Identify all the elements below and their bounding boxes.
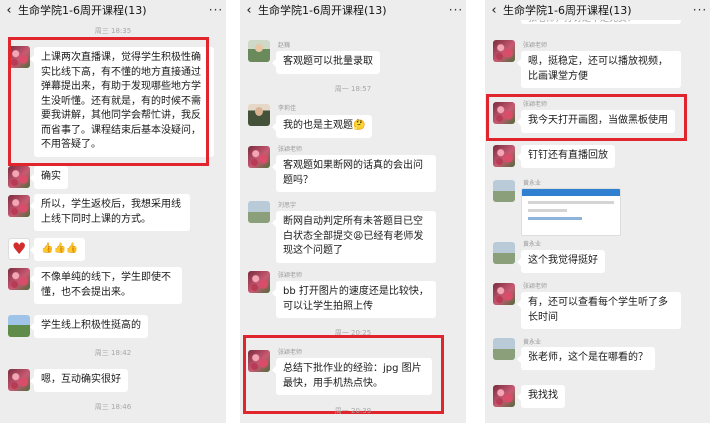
avatar[interactable] (248, 40, 270, 62)
sender-name: 黄永业 (523, 339, 542, 346)
message-bubble[interactable]: 👍👍👍 (29, 238, 86, 261)
message-bubble[interactable]: 确实 (30, 166, 68, 189)
avatar[interactable] (493, 385, 515, 407)
avatar[interactable] (493, 242, 515, 264)
more-dots-icon[interactable]: ··· (206, 3, 226, 17)
more-dots-icon[interactable]: ··· (446, 3, 466, 17)
timestamp: 周三 18:46 (94, 403, 132, 411)
message-bubble[interactable]: 不像单纯的线下，学生即使不懂，也不会提出来。 (30, 267, 182, 304)
chat-header: ‹ 生命学院1-6周开课程(13) ··· (240, 0, 466, 20)
message-bubble[interactable]: 有，还可以查看每个学生听了多长时间 (517, 292, 681, 329)
timestamp: 周三 18:42 (94, 349, 132, 357)
sender-name: 张颖老师 (523, 42, 548, 49)
timestamp: 周一 20:39 (334, 407, 372, 415)
avatar[interactable] (248, 201, 270, 223)
sender-name: 张颖老师 (278, 146, 303, 153)
message-bubble[interactable]: 断网自动判定所有未答题目已空白状态全部提交😩已经有老师发现这个问题了 (272, 211, 436, 263)
more-dots-icon[interactable]: ··· (690, 3, 710, 17)
chat-header: ‹ 生命学院1-6周开课程(13) ··· (0, 0, 226, 20)
image-content-line (528, 217, 582, 220)
chat-panel-1: ‹ 生命学院1-6周开课程(13) ··· 周三 18:35 上课两次直播课，觉… (0, 0, 226, 423)
sender-name: 李莉佳 (278, 105, 297, 112)
message-bubble[interactable]: 我找找 (517, 385, 565, 408)
avatar[interactable] (248, 104, 270, 126)
chat-panel-2: ‹ 生命学院1-6周开课程(13) ··· 赵巍 客观题可以批量录取 周一 18… (240, 0, 466, 423)
message-bubble[interactable]: 我的也是主观题🤔 (271, 115, 373, 138)
message-bubble[interactable]: 这个我觉得挺好 (517, 250, 605, 273)
highlight-box (486, 94, 687, 141)
message-bubble[interactable]: 嗯，挺稳定，还可以播放视频，比画课堂方便 (517, 51, 681, 88)
chat-header: ‹ 生命学院1-6周开课程(13) ··· (485, 0, 710, 20)
chat-title: 生命学院1-6周开课程(13) (258, 4, 387, 17)
image-header-bar (522, 189, 620, 196)
sender-name: 黄永业 (523, 241, 542, 248)
message-bubble[interactable]: 客观题如果断网的话真的会出问题吗？ (272, 155, 436, 192)
sender-name: 张颖老师 (523, 283, 548, 290)
sender-name: 刘思宇 (278, 202, 297, 209)
chevron-left-icon[interactable]: ‹ (485, 3, 503, 18)
avatar[interactable] (493, 338, 515, 360)
avatar[interactable] (8, 166, 30, 188)
highlight-box (243, 335, 444, 414)
image-content-line (528, 201, 614, 204)
avatar[interactable] (493, 283, 515, 305)
sender-name: 黄永业 (523, 180, 542, 187)
message-bubble[interactable]: 所以，学生返校后，我想采用线上线下同时上课的方式。 (30, 194, 190, 231)
avatar[interactable] (248, 271, 270, 293)
message-bubble[interactable]: 客观题可以批量录取 (272, 51, 380, 74)
avatar[interactable] (493, 180, 515, 202)
highlight-box (8, 37, 209, 166)
message-bubble[interactable]: 嗯，互动确实很好 (30, 369, 128, 392)
chat-title: 生命学院1-6周开课程(13) (503, 4, 632, 17)
avatar[interactable] (493, 145, 515, 167)
chevron-left-icon[interactable]: ‹ (240, 3, 258, 18)
avatar[interactable] (493, 40, 515, 62)
avatar[interactable] (8, 315, 30, 337)
avatar[interactable] (8, 369, 30, 391)
message-bubble[interactable]: 钉钉还有直播回放 (517, 145, 615, 168)
message-bubble[interactable]: 学生线上积极性挺高的 (30, 315, 148, 338)
timestamp: 周三 18:35 (94, 27, 132, 35)
sender-name: 张颖老师 (278, 272, 303, 279)
timestamp: 周一 18:57 (334, 85, 372, 93)
image-content-line (528, 209, 568, 212)
avatar[interactable] (8, 268, 30, 290)
chat-panel-3: 张老师，打钉是不是免费？ ‹ 生命学院1-6周开课程(13) ··· 张颖老师 … (485, 0, 710, 423)
avatar[interactable] (8, 195, 30, 217)
chevron-left-icon[interactable]: ‹ (0, 3, 18, 18)
message-bubble[interactable]: 张老师，这个是在哪看的？ (517, 347, 655, 370)
shared-image[interactable] (521, 188, 621, 236)
sender-name: 赵巍 (278, 42, 291, 49)
avatar[interactable] (8, 238, 30, 260)
avatar[interactable] (248, 146, 270, 168)
message-bubble[interactable]: bb 打开图片的速度还是比较快，可以让学生拍照上传 (272, 281, 436, 318)
chat-title: 生命学院1-6周开课程(13) (18, 4, 147, 17)
